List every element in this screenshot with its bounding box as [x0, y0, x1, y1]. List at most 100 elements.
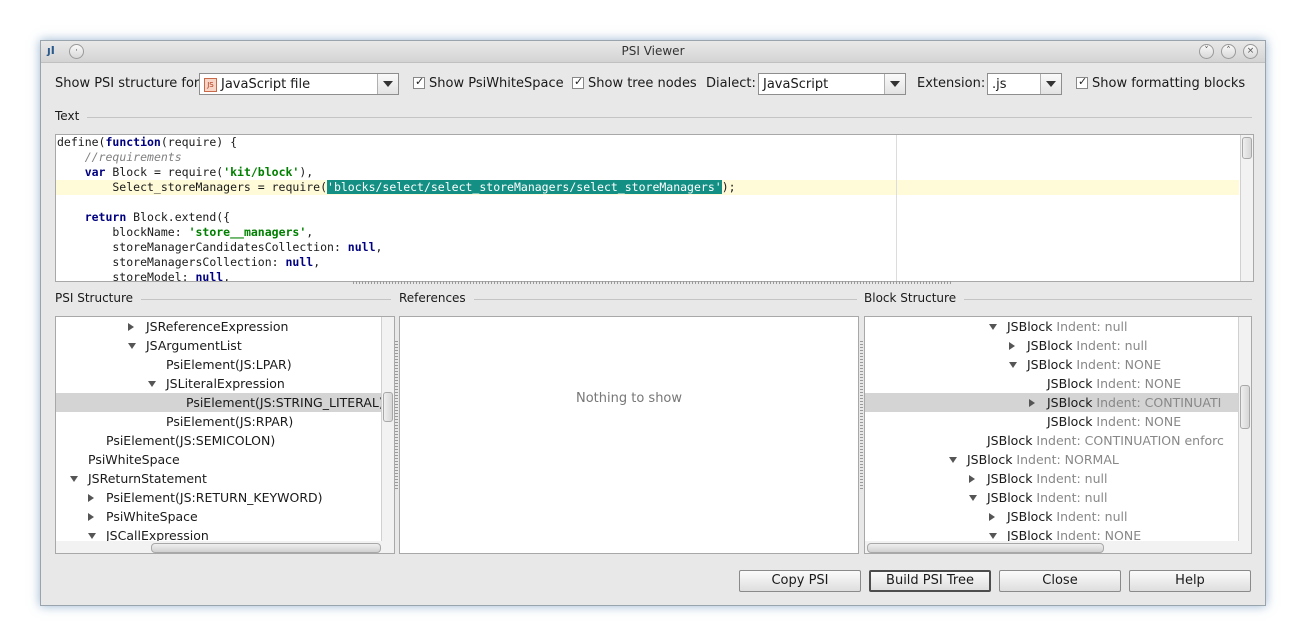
- code-line: var Block = require('kit/block'),: [84, 165, 314, 179]
- collapse-arrow-icon[interactable]: [88, 533, 96, 539]
- block-tree-row[interactable]: JSBlock Indent: NORMAL: [865, 450, 1251, 469]
- block-indent-detail: Indent: NONE: [1096, 414, 1182, 429]
- block-tree-row[interactable]: JSBlock Indent: null: [865, 336, 1251, 355]
- block-tree-row-label: JSBlock Indent: NORMAL: [967, 450, 1119, 469]
- vertical-splitter[interactable]: [860, 341, 863, 491]
- code-editor[interactable]: define(function(require) { //requirement…: [55, 134, 1254, 282]
- block-tree-row[interactable]: JSBlock Indent: NONE: [865, 412, 1251, 431]
- editor-scrollbar[interactable]: [1240, 135, 1253, 281]
- block-tree-row[interactable]: JSBlock Indent: null: [865, 469, 1251, 488]
- window-title: PSI Viewer: [621, 44, 685, 58]
- chevron-down-icon[interactable]: [1040, 74, 1061, 94]
- block-tree-row-label: JSBlock Indent: CONTINUATI: [1047, 393, 1221, 412]
- minimize-icon[interactable]: ˅: [1199, 44, 1214, 59]
- block-tree-row[interactable]: JSBlock Indent: NONE: [865, 374, 1251, 393]
- vertical-splitter[interactable]: [395, 341, 398, 491]
- psi-tree-scrollbar[interactable]: [381, 317, 394, 553]
- horizontal-splitter[interactable]: [353, 281, 951, 284]
- expand-arrow-icon[interactable]: [88, 494, 94, 502]
- expand-arrow-icon[interactable]: [1029, 399, 1035, 407]
- block-indent-detail: Indent: null: [1056, 319, 1128, 334]
- block-indent-detail: Indent: null: [1036, 490, 1108, 505]
- block-tree-scrollbar[interactable]: [1238, 317, 1251, 553]
- block-tree-row[interactable]: JSBlock Indent: null: [865, 317, 1251, 336]
- collapse-arrow-icon[interactable]: [70, 476, 78, 482]
- psi-tree-row[interactable]: PsiElement(JS:RETURN_KEYWORD): [56, 488, 394, 507]
- block-tree-row[interactable]: JSBlock Indent: CONTINUATION enforc: [865, 431, 1251, 450]
- block-tree-scroll-thumb[interactable]: [1240, 385, 1250, 429]
- extension-combo[interactable]: .js: [987, 73, 1062, 95]
- block-name: JSBlock: [1047, 395, 1093, 410]
- psi-tree-row[interactable]: JSLiteralExpression: [56, 374, 394, 393]
- psi-tree-row[interactable]: PsiWhiteSpace: [56, 507, 394, 526]
- block-tree-hscroll-thumb[interactable]: [867, 543, 1104, 553]
- collapse-arrow-icon[interactable]: [128, 343, 136, 349]
- psi-tree-row[interactable]: PsiWhiteSpace: [56, 450, 394, 469]
- help-button[interactable]: Help: [1129, 570, 1251, 592]
- psi-structure-tree[interactable]: JSReferenceExpression JSArgumentList PsiEl…: [55, 316, 395, 554]
- code-line: define(function(require) {: [57, 135, 238, 149]
- psi-tree-row[interactable]: PsiElement(JS:RPAR): [56, 412, 394, 431]
- close-icon[interactable]: ×: [1243, 44, 1258, 59]
- psi-tree-row[interactable]: PsiElement(JS:STRING_LITERAL): [56, 393, 394, 412]
- editor-scroll-thumb[interactable]: [1242, 137, 1252, 159]
- block-structure-title: Block Structure: [864, 291, 965, 305]
- show-formatting-checkbox[interactable]: [1076, 75, 1088, 89]
- maximize-icon[interactable]: ˄: [1221, 44, 1236, 59]
- block-tree-row-label: JSBlock Indent: null: [1027, 336, 1147, 355]
- block-name: JSBlock: [987, 433, 1033, 448]
- show-tree-nodes-checkbox[interactable]: [572, 75, 584, 89]
- psi-tree-row-label: PsiElement(JS:LPAR): [166, 357, 292, 372]
- psi-tree-row[interactable]: PsiElement(JS:LPAR): [56, 355, 394, 374]
- title-bar[interactable]: ȷI · PSI Viewer ˅ ˄ ×: [41, 41, 1265, 63]
- expand-arrow-icon[interactable]: [1009, 342, 1015, 350]
- block-tree-row[interactable]: JSBlock Indent: null: [865, 507, 1251, 526]
- expand-arrow-icon[interactable]: [128, 323, 134, 331]
- expand-arrow-icon[interactable]: [989, 513, 995, 521]
- file-type-combo[interactable]: JS JavaScript file: [199, 73, 399, 95]
- block-tree-hscrollbar[interactable]: [865, 541, 1239, 553]
- block-name: JSBlock: [1007, 319, 1053, 334]
- show-psi-label: Show PSI structure for:: [55, 76, 204, 91]
- block-tree-row-label: JSBlock Indent: null: [987, 469, 1107, 488]
- expand-arrow-icon[interactable]: [969, 475, 975, 483]
- text-section-title: Text: [55, 109, 88, 123]
- collapse-arrow-icon[interactable]: [969, 495, 977, 501]
- block-tree-row[interactable]: JSBlock Indent: NONE: [865, 355, 1251, 374]
- block-tree-row[interactable]: JSBlock Indent: CONTINUATI: [865, 393, 1251, 412]
- psi-tree-row[interactable]: JSReturnStatement: [56, 469, 394, 488]
- block-indent-detail: Indent: null: [1076, 338, 1148, 353]
- psi-tree-hscroll-thumb[interactable]: [151, 543, 381, 553]
- psi-tree-row[interactable]: JSReferenceExpression: [56, 317, 394, 336]
- chevron-down-icon[interactable]: [884, 74, 905, 94]
- psi-tree-hscrollbar[interactable]: [56, 541, 382, 553]
- block-name: JSBlock: [1047, 414, 1093, 429]
- block-tree-row-label: JSBlock Indent: NONE: [1027, 355, 1161, 374]
- collapse-arrow-icon[interactable]: [148, 381, 156, 387]
- block-structure-tree[interactable]: JSBlock Indent: null JSBlock Indent: null…: [864, 316, 1252, 554]
- psi-tree-row[interactable]: JSArgumentList: [56, 336, 394, 355]
- collapse-arrow-icon[interactable]: [1009, 362, 1017, 368]
- close-button[interactable]: Close: [999, 570, 1121, 592]
- code-line: blockName: 'store__managers',: [57, 225, 314, 239]
- block-tree-row-label: JSBlock Indent: null: [1007, 317, 1127, 336]
- build-psi-tree-button[interactable]: Build PSI Tree: [869, 570, 991, 592]
- dialect-combo[interactable]: JavaScript: [758, 73, 906, 95]
- psi-tree-scroll-thumb[interactable]: [383, 392, 393, 422]
- psi-tree-row-label: PsiElement(JS:STRING_LITERAL): [186, 395, 384, 410]
- extension-label: Extension:: [917, 76, 986, 91]
- collapse-arrow-icon[interactable]: [989, 533, 997, 539]
- block-tree-row[interactable]: JSBlock Indent: null: [865, 488, 1251, 507]
- expand-arrow-icon[interactable]: [88, 513, 94, 521]
- collapse-arrow-icon[interactable]: [949, 457, 957, 463]
- references-panel[interactable]: Nothing to show: [399, 316, 859, 554]
- show-whitespace-checkbox[interactable]: [413, 75, 425, 89]
- copy-psi-button[interactable]: Copy PSI: [739, 570, 861, 592]
- psi-tree-row-label: JSArgumentList: [146, 338, 242, 353]
- block-name: JSBlock: [1047, 376, 1093, 391]
- collapse-arrow-icon[interactable]: [989, 324, 997, 330]
- block-tree-row-label: JSBlock Indent: NONE: [1047, 412, 1181, 431]
- code-line: storeModel: null,: [57, 270, 231, 282]
- chevron-down-icon[interactable]: [377, 74, 398, 94]
- psi-tree-row[interactable]: PsiElement(JS:SEMICOLON): [56, 431, 394, 450]
